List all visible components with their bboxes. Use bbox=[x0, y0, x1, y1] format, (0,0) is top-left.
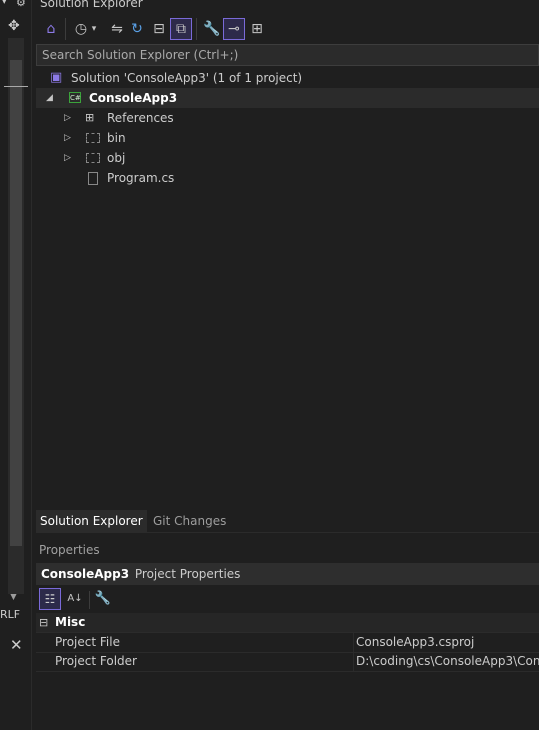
toolbar-separator bbox=[89, 591, 90, 609]
tree-item-label: bin bbox=[107, 131, 126, 145]
window-title: Solution Explorer bbox=[40, 0, 143, 10]
property-value: ConsoleApp3.csproj bbox=[356, 635, 475, 649]
search-input[interactable]: Search Solution Explorer (Ctrl+;) bbox=[36, 44, 539, 66]
solution-label: Solution 'ConsoleApp3' (1 of 1 project) bbox=[71, 71, 303, 85]
expanded-arrow-icon[interactable]: ◢ bbox=[46, 88, 53, 108]
tool-window-tabs: Solution Explorer Git Changes bbox=[36, 510, 539, 532]
object-type: Project Properties bbox=[134, 567, 241, 581]
alphabetical-icon[interactable]: A↓ bbox=[64, 588, 86, 610]
properties-title: Properties bbox=[36, 540, 539, 560]
collapsed-arrow-icon[interactable]: ▷ bbox=[64, 108, 71, 128]
property-row-project-file[interactable]: Project File ConsoleApp3.csproj bbox=[36, 633, 539, 653]
property-pages-icon[interactable]: 🔧 bbox=[92, 588, 114, 610]
show-all-files-icon[interactable]: ⧉ bbox=[170, 18, 192, 40]
chevron-down-icon[interactable]: ▾ bbox=[88, 18, 100, 40]
solution-node[interactable]: ▣ Solution 'ConsoleApp3' (1 of 1 project… bbox=[36, 68, 539, 88]
properties-object-selector[interactable]: ConsoleApp3 Project Properties bbox=[36, 563, 539, 585]
toolbar-separator bbox=[65, 18, 66, 40]
category-row-misc[interactable]: ⊟ Misc bbox=[36, 613, 539, 633]
gear-icon[interactable]: ⚙ bbox=[16, 0, 26, 9]
property-name: Project File bbox=[54, 633, 354, 652]
tab-solution-explorer[interactable]: Solution Explorer bbox=[36, 510, 147, 532]
left-scrollbar-thumb[interactable] bbox=[10, 60, 22, 546]
folder-icon bbox=[86, 133, 100, 143]
properties-toolbar: ☷ A↓ 🔧 bbox=[36, 587, 539, 611]
property-value: D:\coding\cs\ConsoleApp3\ConsoleApp3\ bbox=[356, 654, 539, 668]
preview-icon[interactable]: ⊸ bbox=[223, 18, 245, 40]
file-icon bbox=[88, 172, 98, 185]
tree-item-references[interactable]: ▷ ⊞ References bbox=[36, 108, 539, 128]
chevron-down-icon[interactable]: ▾ bbox=[2, 0, 7, 7]
class-view-icon[interactable]: ⊞ bbox=[246, 18, 268, 40]
tree-item-program-cs[interactable]: Program.cs bbox=[36, 168, 539, 188]
solution-icon: ▣ bbox=[50, 70, 63, 85]
property-name: Project Folder bbox=[54, 652, 354, 671]
properties-title-text: Properties bbox=[39, 543, 100, 557]
tab-git-changes[interactable]: Git Changes bbox=[149, 510, 230, 532]
tree-item-label: References bbox=[107, 111, 174, 125]
csharp-project-icon: C# bbox=[69, 92, 81, 103]
close-icon[interactable]: ✕ bbox=[10, 636, 23, 654]
category-label: Misc bbox=[55, 615, 86, 629]
project-label: ConsoleApp3 bbox=[89, 91, 178, 105]
object-name: ConsoleApp3 bbox=[41, 567, 130, 581]
refresh-icon[interactable]: ↻ bbox=[126, 18, 148, 40]
collapsed-arrow-icon[interactable]: ▷ bbox=[64, 128, 71, 148]
home-icon[interactable]: ⌂ bbox=[40, 18, 62, 40]
sync-icon[interactable]: ⇋ bbox=[106, 18, 128, 40]
toolbar-separator bbox=[196, 18, 197, 40]
panel-divider bbox=[36, 532, 539, 533]
project-node[interactable]: ◢ C# ConsoleApp3 bbox=[36, 88, 539, 108]
split-view-icon[interactable]: ✥ bbox=[8, 18, 20, 34]
references-icon: ⊞ bbox=[85, 111, 95, 124]
wrench-icon[interactable]: 🔧 bbox=[201, 18, 223, 40]
tree-item-label: Program.cs bbox=[107, 171, 175, 185]
tree-item-bin[interactable]: ▷ bin bbox=[36, 128, 539, 148]
collapse-all-icon[interactable]: ⊟ bbox=[148, 18, 170, 40]
line-ending-status[interactable]: RLF bbox=[0, 608, 20, 621]
left-editor-marker bbox=[4, 86, 28, 87]
tree-item-obj[interactable]: ▷ obj bbox=[36, 148, 539, 168]
tree-item-label: obj bbox=[107, 151, 126, 165]
property-row-project-folder[interactable]: Project Folder D:\coding\cs\ConsoleApp3\… bbox=[36, 652, 539, 672]
collapse-icon[interactable]: ⊟ bbox=[39, 613, 48, 632]
collapsed-arrow-icon[interactable]: ▷ bbox=[64, 148, 71, 168]
title-bar: Solution Explorer bbox=[32, 0, 539, 12]
categorized-icon[interactable]: ☷ bbox=[39, 588, 61, 610]
folder-icon bbox=[86, 153, 100, 163]
